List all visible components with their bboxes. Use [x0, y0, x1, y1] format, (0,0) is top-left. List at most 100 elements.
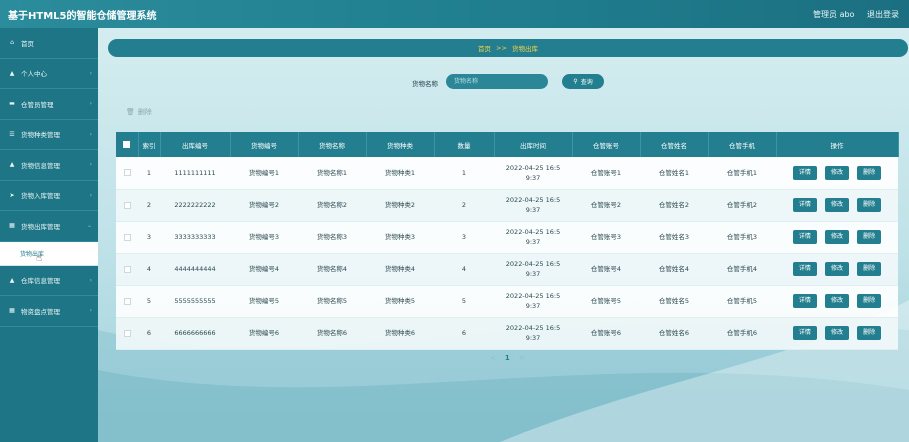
search-row: 货物名称 ⚲ 查询	[98, 74, 909, 90]
edit-button[interactable]: 修改	[824, 165, 849, 180]
cell-out-no: 6666666666	[174, 329, 216, 337]
cell-name: 仓管姓名5	[658, 297, 690, 305]
search-button-label: 查询	[580, 80, 593, 86]
row-checkbox-cell[interactable]	[116, 221, 138, 253]
out-time-date: 2022-04-25 16:5	[505, 163, 561, 172]
row-checkbox[interactable]	[123, 265, 131, 273]
cell-goods-no: 货物编号2	[248, 201, 280, 209]
sidebar-item-inventory[interactable]: ▦ 物资盘点管理 ›	[0, 296, 98, 327]
row-checkbox-cell[interactable]	[116, 285, 138, 317]
delete-button[interactable]: 删除	[857, 326, 882, 340]
edit-button[interactable]: 修改	[824, 262, 849, 276]
detail-button[interactable]: 详情	[792, 198, 817, 212]
row-checkbox[interactable]	[123, 169, 131, 177]
cell-index: 3	[146, 233, 152, 241]
search-icon: ⚲	[573, 79, 578, 85]
hand-cursor-icon: ☝	[36, 252, 43, 264]
delete-button[interactable]: 删除	[857, 198, 882, 212]
cell-goods-name: 货物名称4	[316, 265, 348, 273]
cell-index: 5	[146, 297, 152, 305]
out-time-clock: 9:37	[525, 238, 541, 246]
sidebar-item-goods-info[interactable]: ▲ 货物信息管理 ›	[0, 150, 98, 181]
delete-button[interactable]: 删除	[857, 230, 882, 244]
row-checkbox[interactable]	[123, 297, 131, 305]
detail-button[interactable]: 详情	[792, 230, 817, 244]
cell-goods-type: 货物种类6	[384, 329, 416, 337]
cell-phone: 仓管手机4	[726, 265, 758, 273]
column-header: 出库时间	[494, 132, 573, 157]
cell-goods-type: 货物种类4	[384, 265, 416, 273]
cell-phone: 仓管手机1	[726, 168, 758, 177]
cell-goods-name: 货物名称5	[316, 297, 348, 305]
cell-qty: 3	[461, 233, 467, 241]
sidebar-subitem-goods-out[interactable]: 货物出库 ☝	[0, 241, 98, 266]
sidebar-item-profile[interactable]: ▲ 个人中心 ›	[0, 59, 98, 89]
user-icon: ▲	[9, 69, 15, 77]
chevron-right-icon: ›	[89, 276, 92, 284]
row-checkbox-cell[interactable]	[116, 157, 138, 189]
sidebar-item-goods-types[interactable]: ☰ 货物种类管理 ›	[0, 120, 98, 150]
out-time-date: 2022-04-25 16:5	[505, 324, 561, 332]
table-row: 6 6666666666 货物编号6 货物名称6 货物种类6 6 2022-04-25 16…	[116, 317, 898, 349]
top-right-area: 管理员 abo 退出登录	[803, 9, 899, 20]
cell-account: 仓管账号5	[590, 297, 622, 305]
logout-link[interactable]: 退出登录	[867, 10, 899, 19]
search-input[interactable]	[446, 74, 548, 89]
delete-button[interactable]: 删除	[857, 262, 882, 276]
edit-button[interactable]: 修改	[824, 294, 849, 308]
pagination-prev[interactable]: <	[490, 354, 496, 362]
out-time-clock: 9:37	[525, 173, 541, 182]
cell-out-no: 4444444444	[174, 265, 216, 273]
sidebar-item-keepers[interactable]: ▬ 仓管员管理 ›	[0, 89, 98, 120]
current-user: 管理员 abo	[813, 10, 855, 19]
sidebar-item-home[interactable]: ⌂ 首页	[0, 28, 98, 59]
cell-account: 仓管账号3	[590, 233, 622, 241]
cell-out-no: 1111111111	[174, 168, 216, 177]
detail-button[interactable]: 详情	[792, 326, 817, 340]
detail-button[interactable]: 详情	[792, 165, 817, 180]
pagination-next[interactable]: >	[519, 354, 525, 362]
row-checkbox[interactable]	[123, 233, 131, 241]
cell-phone: 仓管手机6	[726, 329, 758, 337]
column-header: 出库编号	[160, 132, 231, 157]
select-all-checkbox[interactable]	[123, 141, 131, 148]
delete-button[interactable]: 删除	[857, 294, 882, 308]
sidebar-item-goods-in[interactable]: ➤ 货物入库管理 ›	[0, 181, 98, 211]
cell-goods-type: 货物种类1	[384, 168, 416, 177]
cell-goods-type: 货物种类5	[384, 297, 416, 305]
row-checkbox-cell[interactable]	[116, 189, 138, 221]
sidebar-item-warehouse[interactable]: ▲ 仓库信息管理 ›	[0, 266, 98, 296]
top-bar: 基于HTML5的智能仓储管理系统 管理员 abo 退出登录	[0, 0, 909, 28]
edit-button[interactable]: 修改	[824, 326, 849, 340]
sidebar: ⌂ 首页 ▲ 个人中心 › ▬ 仓管员管理 › ☰ 货物种类管理 › ▲ 货物信…	[0, 28, 98, 442]
sidebar-item-goods-out[interactable]: ▦ 货物出库管理 ⌄	[0, 211, 98, 242]
sidebar-item-label: 仓管员管理	[21, 100, 54, 109]
select-all-checkbox-cell[interactable]	[116, 132, 139, 157]
edit-button[interactable]: 修改	[824, 198, 849, 212]
chevron-right-icon: ›	[89, 161, 92, 168]
cell-index: 4	[146, 265, 152, 273]
search-label: 货物名称	[412, 80, 438, 88]
search-button[interactable]: ⚲ 查询	[562, 74, 604, 89]
delete-button[interactable]: 删除	[857, 165, 882, 180]
batch-delete-button[interactable]: 🗑 删除	[126, 107, 152, 117]
pagination-current-page[interactable]: 1	[505, 354, 510, 362]
edit-button[interactable]: 修改	[824, 230, 849, 244]
cell-name: 仓管姓名4	[658, 265, 690, 273]
cell-account: 仓管账号4	[590, 265, 622, 273]
row-checkbox-cell[interactable]	[116, 253, 138, 285]
detail-button[interactable]: 详情	[792, 294, 817, 308]
cell-index: 1	[146, 168, 152, 177]
cell-goods-type: 货物种类3	[384, 233, 416, 241]
row-checkbox[interactable]	[123, 201, 131, 209]
send-icon: ➤	[9, 191, 15, 199]
out-time-clock: 9:37	[525, 334, 541, 342]
row-checkbox[interactable]	[123, 329, 131, 337]
column-header: 仓管姓名	[640, 132, 709, 157]
cell-out-time: 2022-04-25 16:5 9:37	[494, 285, 572, 317]
detail-button[interactable]: 详情	[792, 262, 817, 276]
row-checkbox-cell[interactable]	[116, 317, 138, 349]
cell-qty: 2	[461, 201, 467, 209]
breadcrumb-home[interactable]: 首页	[478, 43, 491, 53]
cell-account: 仓管账号2	[590, 201, 622, 209]
